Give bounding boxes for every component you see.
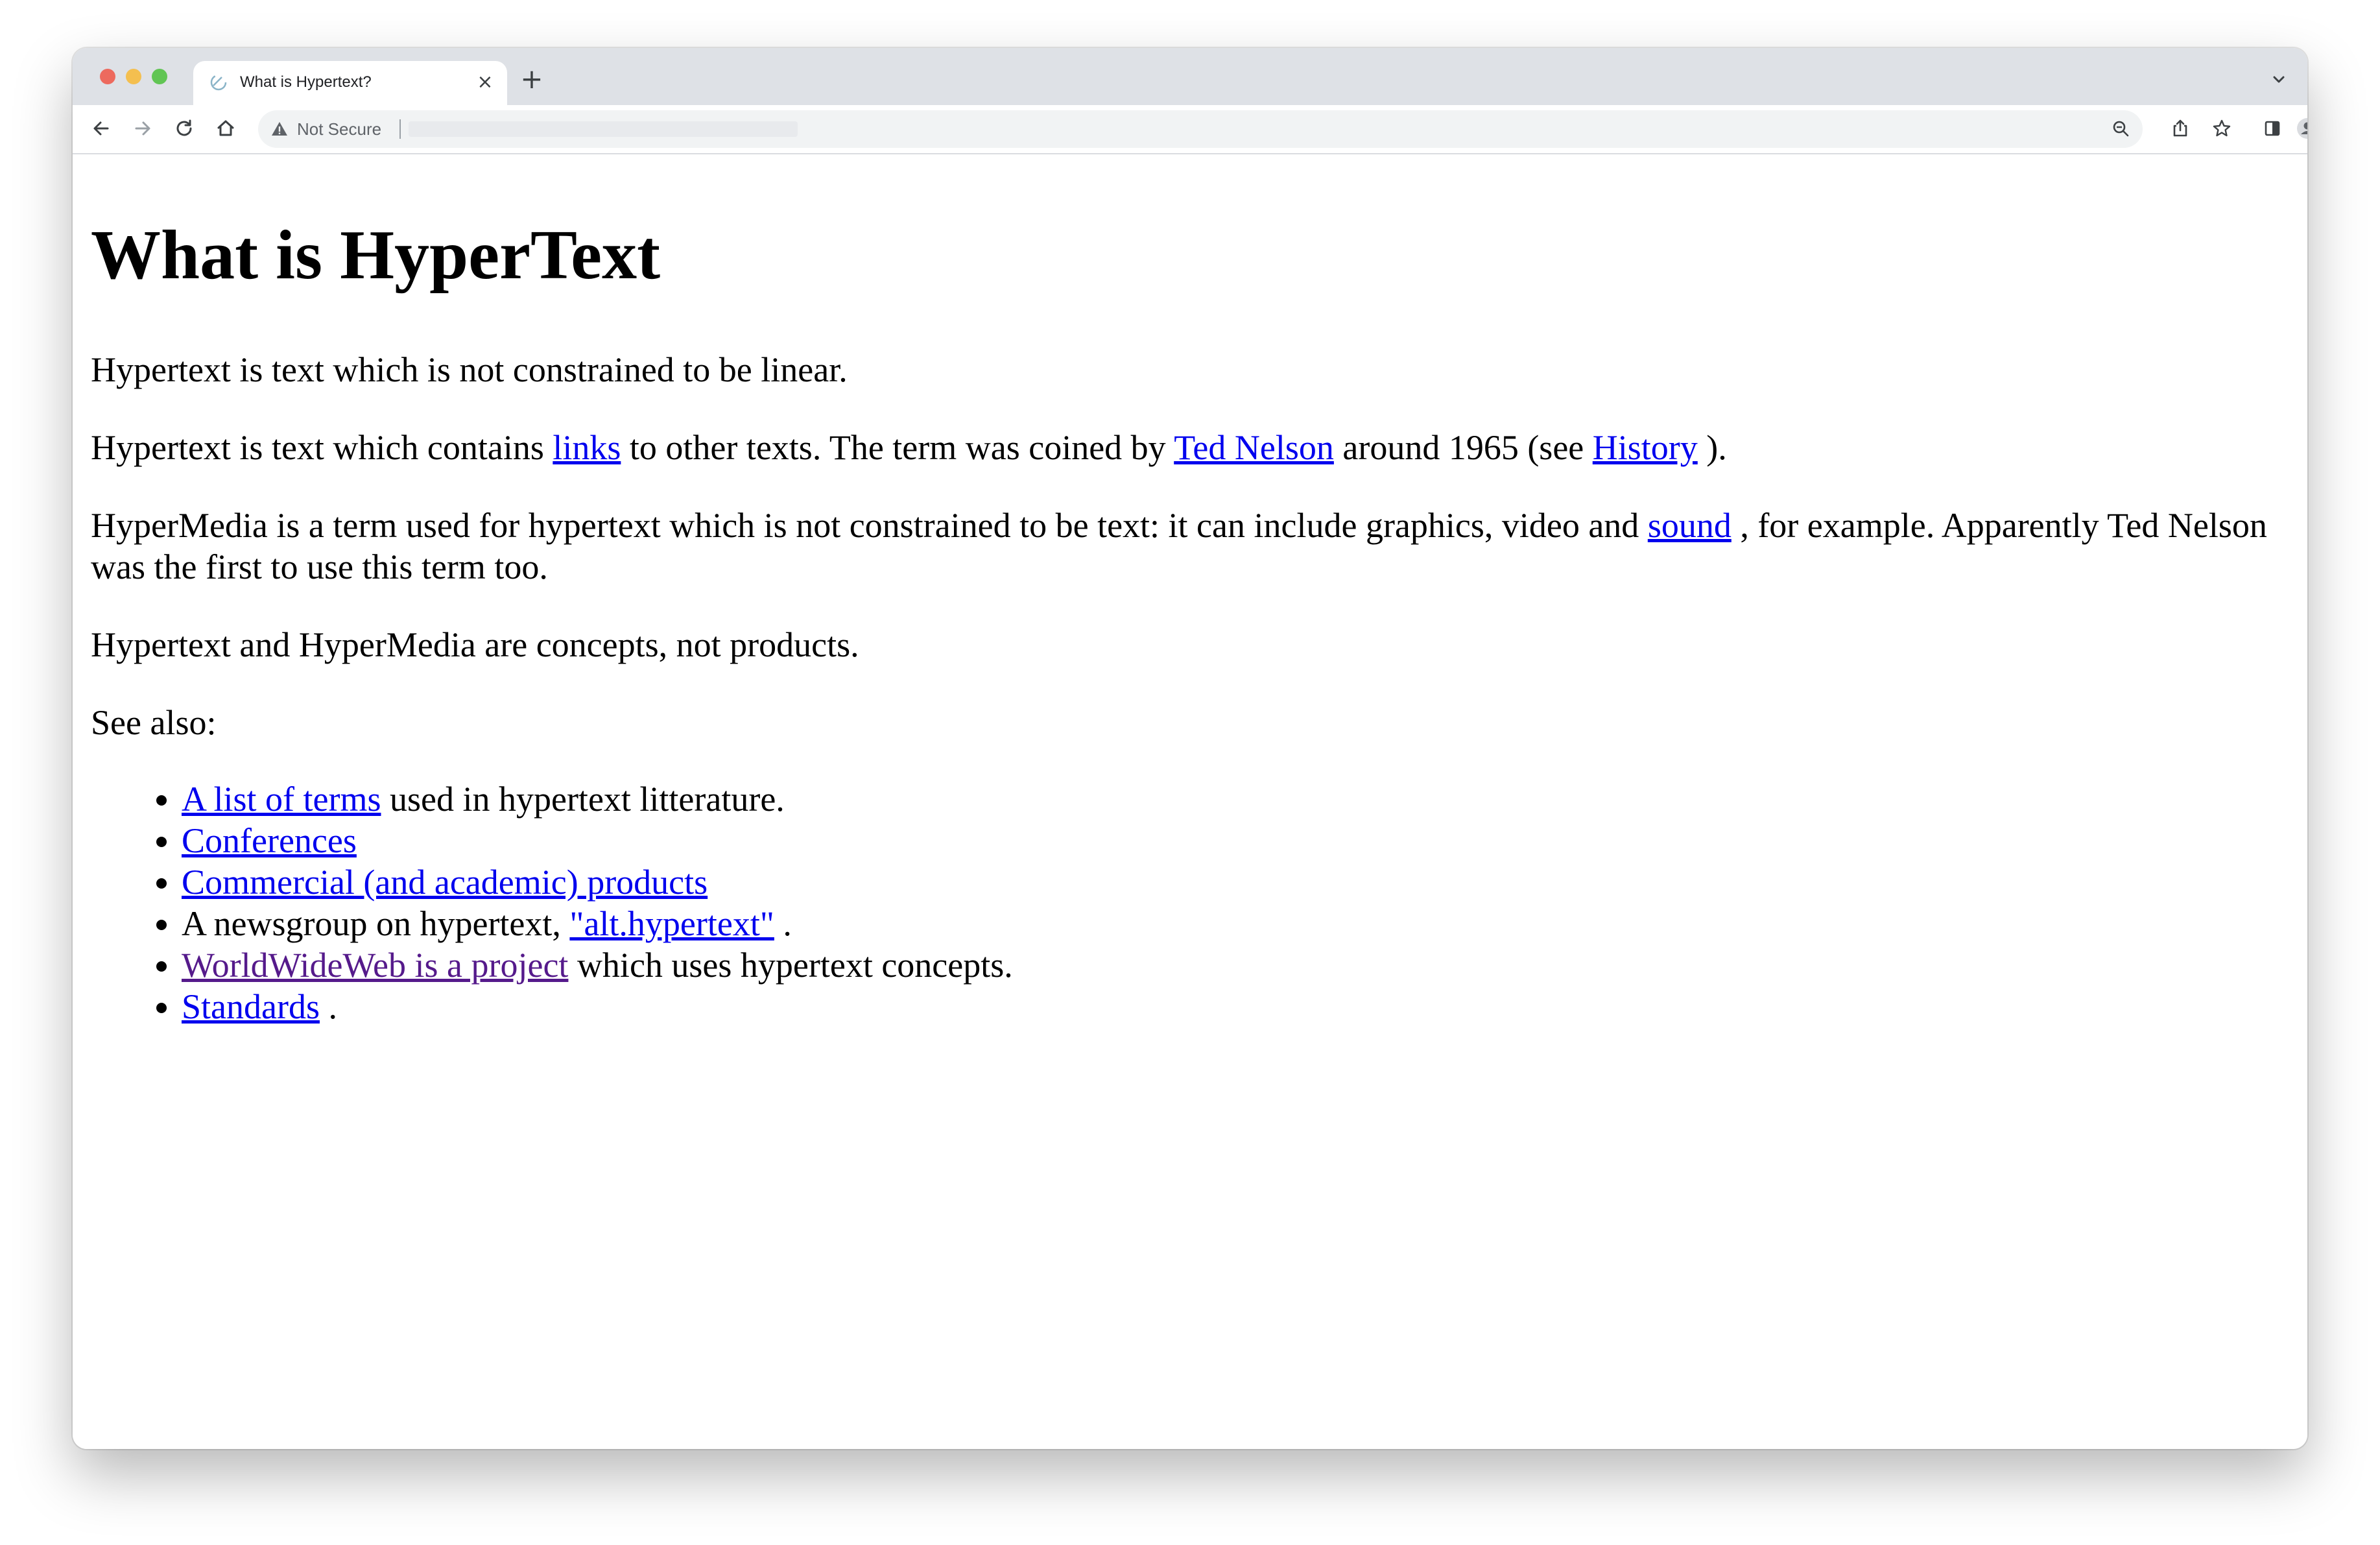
list-item-text: which uses hypertext concepts. [568, 946, 1013, 985]
list-item-text: . [774, 904, 792, 943]
side-panel-icon[interactable] [2259, 115, 2285, 141]
tab-search-chevron-icon[interactable] [2267, 67, 2291, 91]
page-title: What is HyperText [91, 217, 661, 294]
alt-hypertext-link[interactable]: "alt.hypertext" [569, 904, 774, 943]
links-link[interactable]: links [553, 428, 621, 467]
paragraph-linear: Hypertext is text which is not constrain… [91, 350, 848, 389]
history-link[interactable]: History [1593, 428, 1698, 467]
see-also-list: A list of terms used in hypertext litter… [91, 778, 1013, 1027]
forward-arrow-icon[interactable] [130, 115, 156, 141]
conferences-link[interactable]: Conferences [182, 821, 357, 860]
address-divider [399, 119, 401, 139]
zoom-window-button[interactable] [152, 69, 167, 84]
browser-window: What is Hypertext? × + Not Secure What i… [73, 48, 2307, 1449]
back-arrow-icon[interactable] [88, 115, 114, 141]
share-icon[interactable] [2167, 115, 2193, 141]
products-link[interactable]: Commercial (and academic) products [182, 863, 708, 902]
tab-title: What is Hypertext? [240, 73, 372, 91]
url-text-redacted[interactable] [409, 121, 798, 137]
see-also-label: See also: [91, 703, 217, 742]
list-item: WorldWideWeb is a project which uses hyp… [182, 944, 1013, 986]
list-item-text: . [319, 987, 337, 1026]
home-icon[interactable] [213, 115, 239, 141]
list-item: Commercial (and academic) products [182, 861, 1013, 903]
address-bar[interactable]: Not Secure [258, 110, 2143, 148]
paragraph-links: Hypertext is text which contains links t… [91, 427, 2289, 468]
paragraph-hypermedia: HyperMedia is a term used for hypertext … [91, 505, 2289, 588]
close-window-button[interactable] [100, 69, 115, 84]
tab-close-icon[interactable]: × [475, 72, 495, 93]
new-tab-button[interactable]: + [518, 65, 546, 93]
security-status-label[interactable]: Not Secure [297, 117, 381, 141]
p3-text-1: HyperMedia is a term used for hypertext … [91, 506, 1648, 545]
tab-strip: What is Hypertext? × + [73, 48, 2307, 105]
sound-link[interactable]: sound [1648, 506, 1731, 545]
minimize-window-button[interactable] [126, 69, 141, 84]
profile-avatar-icon[interactable] [2294, 115, 2307, 141]
list-item: A newsgroup on hypertext, "alt.hypertext… [182, 903, 1013, 944]
reload-icon[interactable] [171, 115, 197, 141]
paragraph-concepts: Hypertext and HyperMedia are concepts, n… [91, 625, 859, 664]
p2-text-4: ). [1697, 428, 1727, 467]
list-item-text: used in hypertext litterature. [381, 780, 785, 819]
warning-triangle-icon[interactable] [270, 119, 289, 139]
p2-text-1: Hypertext is text which contains [91, 428, 553, 467]
zoom-magnifier-icon[interactable] [2109, 117, 2134, 141]
p2-text-3: around 1965 (see [1333, 428, 1593, 467]
toolbar: Not Secure [73, 105, 2307, 154]
standards-link[interactable]: Standards [182, 987, 320, 1026]
bookmark-star-icon[interactable] [2209, 115, 2235, 141]
page-content: What is HyperText Hypertext is text whic… [73, 154, 2307, 1449]
page-favicon-icon [208, 71, 230, 93]
list-item-text: A newsgroup on hypertext, [182, 904, 570, 943]
tab-active[interactable]: What is Hypertext? × [193, 61, 507, 105]
list-of-terms-link[interactable]: A list of terms [182, 780, 381, 819]
list-item: Conferences [182, 820, 1013, 861]
list-item: A list of terms used in hypertext litter… [182, 778, 1013, 820]
p2-text-2: to other texts. The term was coined by [621, 428, 1174, 467]
worldwideweb-project-link[interactable]: WorldWideWeb is a project [182, 946, 568, 985]
ted-nelson-link[interactable]: Ted Nelson [1174, 428, 1334, 467]
list-item: Standards . [182, 986, 1013, 1027]
